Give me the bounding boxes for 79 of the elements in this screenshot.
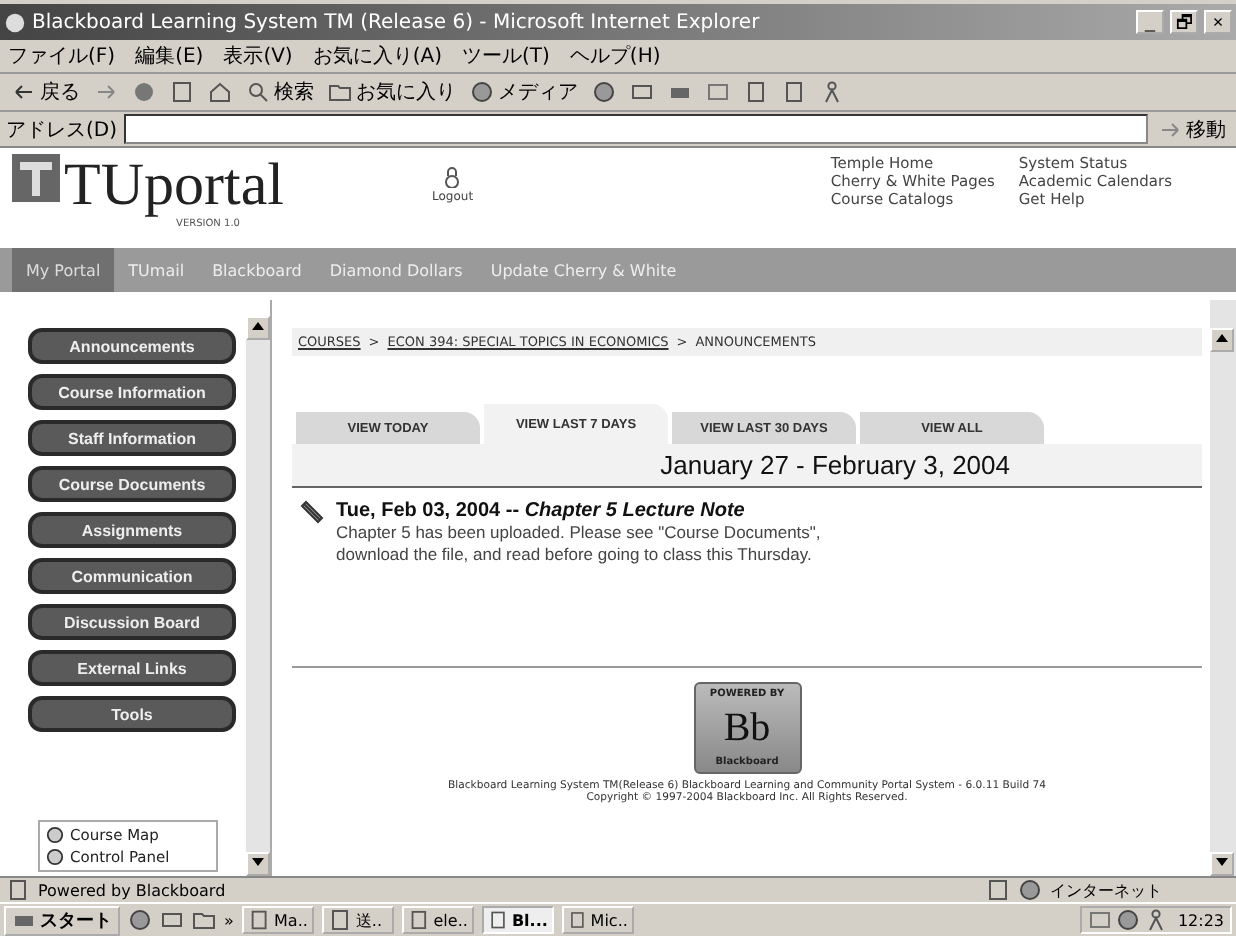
toolbar-button[interactable] — [702, 80, 734, 104]
course-menu-button[interactable]: External Links — [28, 650, 236, 686]
circle-icon — [46, 826, 64, 844]
window-icon — [327, 908, 352, 932]
menu-item[interactable]: 編集(E) — [135, 42, 204, 70]
toolbar-button[interactable]: 検索 — [242, 78, 318, 106]
course-menu-button[interactable]: Course Documents — [28, 466, 236, 502]
toolbar-button[interactable] — [204, 80, 236, 104]
scroll-up-button[interactable] — [246, 316, 270, 340]
person-icon — [820, 80, 844, 104]
page-icon — [6, 878, 30, 902]
folder-icon — [328, 80, 352, 104]
window-control-button[interactable]: _ — [1136, 10, 1164, 34]
circle-icon — [46, 848, 64, 866]
tray-icon — [1087, 908, 1112, 932]
back-icon — [12, 80, 36, 104]
address-label: アドレス(D) — [6, 117, 118, 143]
toolbar-button[interactable]: お気に入り — [324, 78, 460, 106]
go-button[interactable]: 移動 — [1154, 115, 1230, 143]
logo-icon — [12, 154, 60, 202]
page-scrollbar[interactable] — [1210, 300, 1236, 876]
taskbar-button[interactable]: 送.. — [321, 906, 394, 934]
window-icon — [247, 908, 271, 932]
announcement-title: Tue, Feb 03, 2004 -- Chapter 5 Lecture Note — [336, 500, 747, 522]
down-arrow-icon — [252, 858, 264, 866]
course-menu-button[interactable]: Staff Information — [28, 420, 236, 456]
window-icon — [407, 908, 430, 932]
status-text: Powered by Blackboard — [38, 881, 228, 899]
window-icon — [487, 908, 508, 932]
folder-icon — [192, 908, 216, 932]
taskbar-button[interactable]: Ma.. — [241, 906, 314, 934]
toolbar-button[interactable]: 戻る — [8, 78, 84, 106]
course-menu-button[interactable]: Discussion Board — [28, 604, 236, 640]
forward-icon — [94, 80, 118, 104]
menu-item[interactable]: 表示(V) — [223, 42, 293, 70]
doc-icon — [782, 80, 806, 104]
window-control-button[interactable]: × — [1204, 10, 1232, 34]
toolbar-button[interactable] — [626, 80, 658, 104]
course-menu-button[interactable]: Course Information — [28, 374, 236, 410]
course-menu-button[interactable]: Tools — [28, 696, 236, 732]
search-icon — [246, 80, 270, 104]
pencil-icon — [300, 500, 324, 524]
menu-item[interactable]: ファイル(F) — [8, 42, 116, 70]
scroll-down-button[interactable] — [246, 852, 270, 876]
up-arrow-icon — [252, 322, 264, 330]
clock: 12:23 — [1177, 911, 1224, 929]
course-menu-button[interactable]: Assignments — [28, 512, 236, 548]
browser-icon — [4, 11, 26, 33]
window-icon — [567, 908, 587, 932]
sidebar-scrollbar[interactable] — [246, 316, 270, 876]
arrow-icon — [1158, 117, 1182, 141]
window-control-button[interactable]: 🗗 — [1170, 10, 1198, 34]
portal-logo: TUportal — [64, 154, 284, 218]
menu-item[interactable]: ヘルプ(H) — [569, 42, 661, 70]
doc-icon — [744, 80, 768, 104]
date-range-heading: January 27 - February 3, 2004 — [292, 444, 1202, 488]
down-arrow-icon — [1216, 858, 1228, 866]
scroll-up-button[interactable] — [1210, 328, 1234, 352]
nav-tab[interactable]: My Portal — [12, 248, 115, 292]
scroll-down-button[interactable] — [1210, 852, 1234, 876]
announcement-body: Chapter 5 has been uploaded. Please see "Course Documents", download the file, and read before going to class this Thursday. — [336, 522, 823, 566]
address-field[interactable] — [123, 114, 1148, 144]
taskbar-button[interactable]: ele.. — [401, 906, 474, 934]
course-menu-button[interactable]: Communication — [28, 558, 236, 594]
menu-item[interactable]: お気に入り(A) — [312, 42, 442, 70]
window-title: Blackboard Learning System TM (Release 6) - Microsoft Internet Explorer — [32, 11, 762, 33]
zone-label: インターネット — [1050, 879, 1164, 901]
more-button[interactable]: » — [224, 911, 234, 929]
tray-icon — [1115, 908, 1140, 932]
home-icon — [208, 80, 232, 104]
tray-icon — [1143, 908, 1168, 932]
menu-item[interactable]: ツール(T) — [462, 42, 550, 70]
taskbar-button[interactable]: Bl... — [481, 906, 554, 934]
toolbar-button[interactable]: メディア — [466, 78, 582, 106]
course-menu-button[interactable]: Announcements — [28, 328, 236, 364]
toolbar-button[interactable] — [588, 80, 620, 104]
taskbar-button[interactable]: Mic.. — [561, 906, 634, 934]
start-button[interactable]: スタート — [4, 905, 120, 935]
up-arrow-icon — [1216, 334, 1228, 342]
